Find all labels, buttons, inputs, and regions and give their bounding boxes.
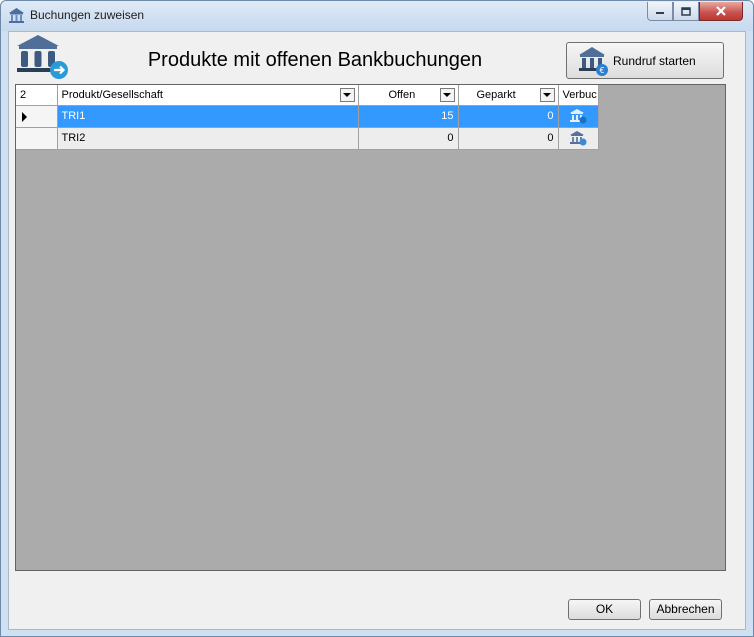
bank-assign-icon[interactable] — [569, 108, 587, 124]
chevron-down-icon — [343, 93, 351, 97]
row-header[interactable] — [16, 127, 58, 150]
row-header[interactable] — [16, 105, 58, 128]
chevron-down-icon — [443, 93, 451, 97]
bank-icon — [9, 8, 24, 23]
cell-product[interactable]: TRI1 — [57, 105, 359, 128]
bank-assign-icon[interactable] — [569, 130, 587, 146]
cell-booking[interactable] — [558, 127, 599, 150]
minimize-icon — [656, 12, 664, 14]
column-filter-product[interactable] — [339, 88, 355, 102]
maximize-icon — [681, 6, 691, 16]
column-header-open[interactable]: Offen — [358, 85, 459, 106]
cell-parked[interactable]: 0 — [458, 127, 559, 150]
products-grid[interactable]: 2 Produkt/Gesellschaft Offen Geparkt Ver… — [15, 84, 726, 571]
cell-open[interactable]: 0 — [358, 127, 459, 150]
column-filter-open[interactable] — [439, 88, 455, 102]
bank-euro-icon: € — [579, 46, 608, 76]
row-count: 2 — [20, 88, 27, 101]
minimize-button[interactable] — [647, 2, 673, 21]
table-row[interactable]: TRI1 15 0 — [16, 105, 599, 128]
row-count-header: 2 — [16, 85, 58, 106]
column-label-product: Produkt/Gesellschaft — [61, 88, 164, 101]
close-icon — [716, 6, 726, 16]
close-button[interactable] — [699, 2, 743, 21]
window-title: Buchungen zuweisen — [30, 8, 145, 22]
maximize-button[interactable] — [673, 2, 699, 21]
column-filter-parked[interactable] — [539, 88, 555, 102]
column-header-booking[interactable]: Verbuc — [558, 85, 599, 106]
current-row-indicator — [22, 111, 27, 122]
column-header-product[interactable]: Produkt/Gesellschaft — [57, 85, 359, 106]
broadcast-button-label: Rundruf starten — [613, 53, 696, 68]
products-table: 2 Produkt/Gesellschaft Offen Geparkt Ver… — [16, 85, 599, 150]
cell-parked[interactable]: 0 — [458, 105, 559, 128]
dialog-window: Buchungen zuweisen Produkte mit offenen … — [0, 0, 754, 637]
column-label-booking: Verbuc — [562, 88, 597, 101]
svg-text:€: € — [599, 66, 604, 75]
dialog-content: Produkte mit offenen Bankbuchungen € Run… — [8, 31, 746, 630]
table-row[interactable]: TRI2 0 0 — [16, 127, 599, 150]
cancel-button[interactable]: Abbrechen — [649, 599, 722, 620]
broadcast-button[interactable]: € Rundruf starten — [566, 42, 724, 79]
page-title: Produkte mit offenen Bankbuchungen — [147, 49, 483, 71]
cell-open[interactable]: 15 — [358, 105, 459, 128]
column-header-parked[interactable]: Geparkt — [458, 85, 559, 106]
table-header-row: 2 Produkt/Gesellschaft Offen Geparkt Ver… — [16, 85, 599, 106]
cell-product[interactable]: TRI2 — [57, 127, 359, 150]
chevron-down-icon — [543, 93, 551, 97]
cell-booking[interactable] — [558, 105, 599, 128]
title-bar: Buchungen zuweisen — [1, 1, 753, 31]
ok-button[interactable]: OK — [568, 599, 641, 620]
